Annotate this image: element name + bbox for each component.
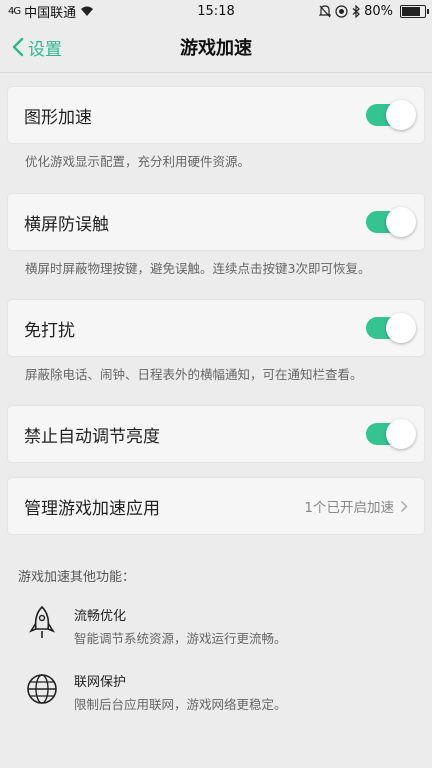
setting-label: 禁止自动调节亮度 [24, 426, 160, 447]
setting-description: 横屏时屏蔽物理按键，避免误触。连续点击按键3次即可恢复。 [25, 261, 371, 276]
setting-label: 横屏防误触 [24, 214, 109, 235]
globe-icon [24, 671, 60, 707]
feature-smooth-optimization: 流畅优化 智能调节系统资源，游戏运行更流畅。 [0, 605, 432, 647]
battery-percent: 80% [364, 3, 393, 19]
silent-bell-icon [319, 4, 332, 17]
page-title: 游戏加速 [180, 38, 252, 59]
feature-description: 智能调节系统资源，游戏运行更流畅。 [74, 631, 287, 646]
feature-description: 限制后台应用联网，游戏网络更稳定。 [74, 697, 287, 712]
bluetooth-icon [352, 4, 360, 18]
other-features-title: 游戏加速其他功能： [18, 570, 136, 585]
signal-strength-icon: 4G [8, 5, 21, 17]
battery-icon [400, 4, 429, 18]
landscape-touch-guard-toggle[interactable] [366, 207, 416, 237]
setting-label: 免打扰 [24, 320, 75, 341]
manage-count: 1个已开启加速 [304, 500, 394, 516]
toggle-knob [386, 419, 416, 449]
wifi-icon [81, 6, 94, 16]
toggle-knob [386, 100, 416, 130]
setting-landscape-touch-guard: 横屏防误触 [8, 194, 424, 250]
setting-disable-auto-brightness: 禁止自动调节亮度 [8, 406, 424, 462]
feature-name: 流畅优化 [74, 609, 127, 624]
rocket-icon [24, 605, 60, 641]
setting-do-not-disturb: 免打扰 [8, 300, 424, 356]
status-bar: 4G 中国联通 15:18 80% [0, 0, 432, 22]
toggle-knob [386, 207, 416, 237]
back-button[interactable]: 设置 [0, 35, 62, 60]
battery-level [402, 6, 420, 16]
setting-graphics-acceleration: 图形加速 [8, 87, 424, 143]
manage-game-acceleration-apps[interactable]: 管理游戏加速应用 1个已开启加速 [8, 478, 424, 534]
disable-auto-brightness-toggle[interactable] [366, 419, 416, 449]
feature-network-protection: 联网保护 限制后台应用联网，游戏网络更稳定。 [0, 671, 432, 713]
toggle-knob [386, 313, 416, 343]
back-label: 设置 [28, 39, 62, 60]
setting-description: 优化游戏显示配置，充分利用硬件资源。 [25, 154, 251, 169]
chevron-right-icon [400, 500, 408, 512]
chevron-left-icon [12, 37, 24, 57]
carrier-name: 中国联通 [24, 5, 77, 21]
setting-label: 图形加速 [24, 107, 92, 128]
graphics-acceleration-toggle[interactable] [366, 100, 416, 130]
do-not-disturb-icon [335, 4, 348, 18]
navigation-bar: 设置 游戏加速 [0, 22, 432, 72]
setting-description: 屏蔽除电话、闹钟、日程表外的横幅通知，可在通知栏查看。 [25, 367, 363, 382]
manage-label: 管理游戏加速应用 [24, 498, 160, 519]
feature-name: 联网保护 [74, 675, 127, 690]
do-not-disturb-toggle[interactable] [366, 313, 416, 343]
